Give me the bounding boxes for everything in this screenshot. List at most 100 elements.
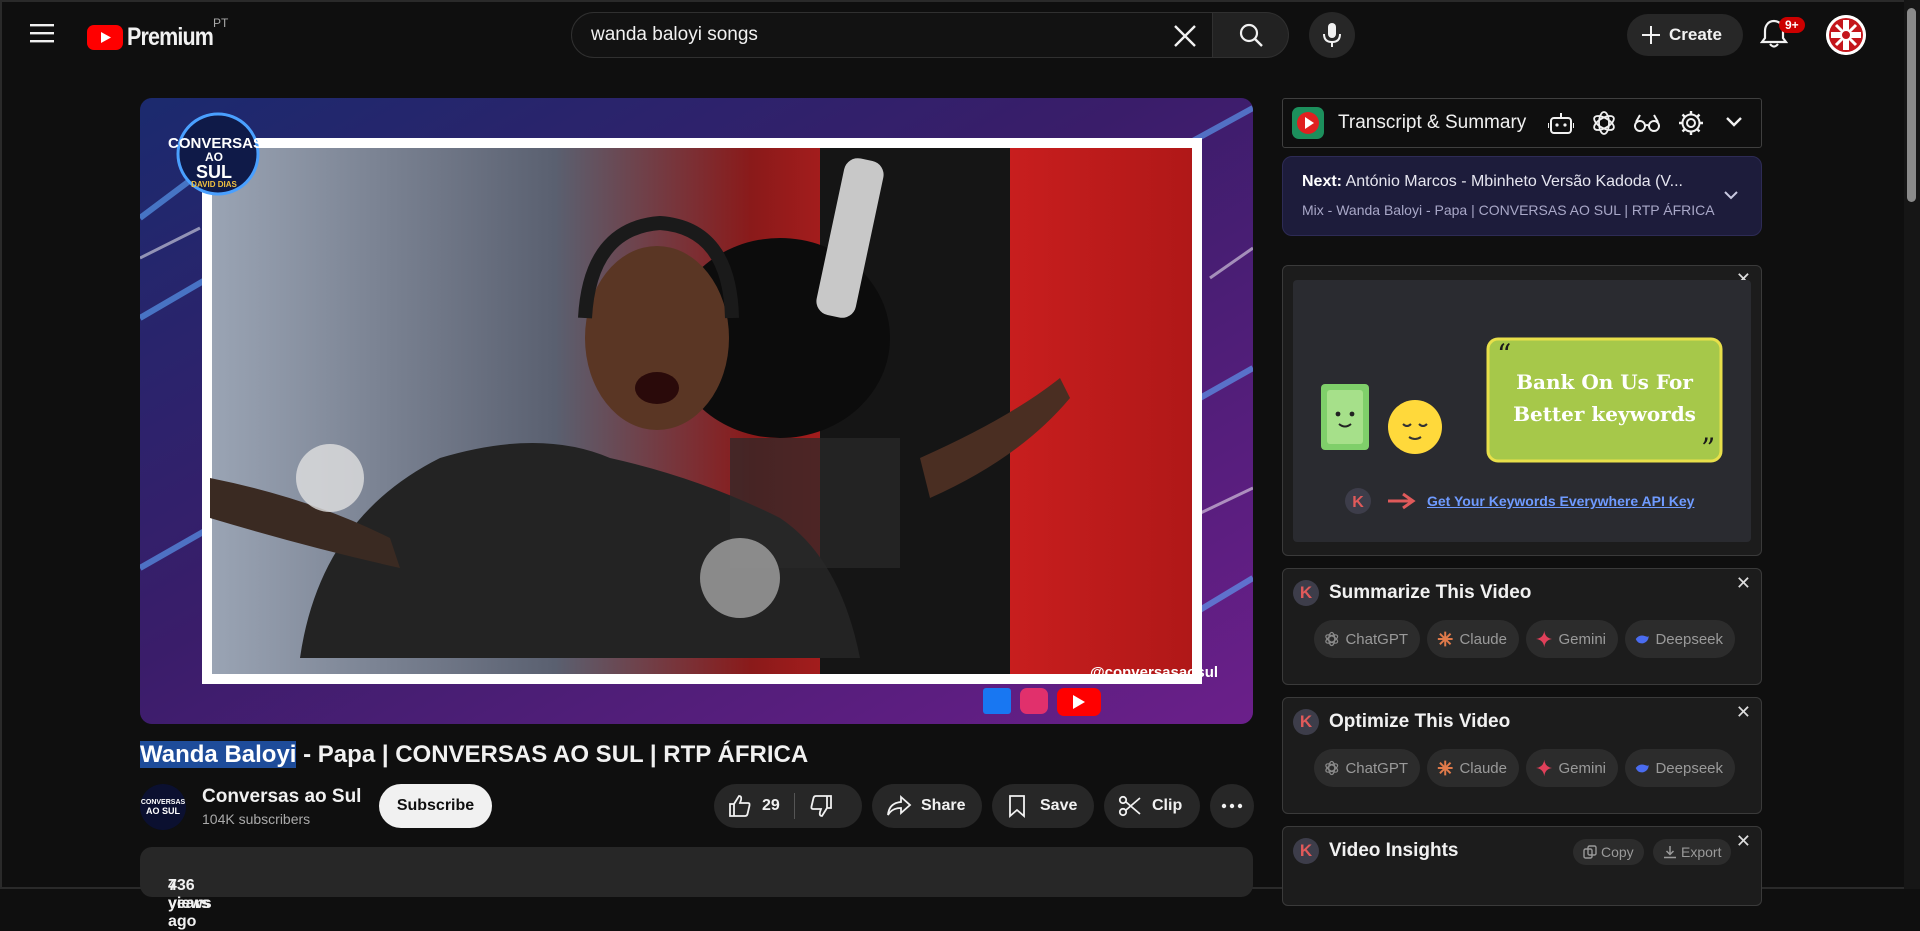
channel-watermark: CONVERSAS AO SUL DAVID DIAS	[168, 135, 264, 189]
video-frame-image	[140, 98, 1253, 724]
export-label: Export	[1681, 844, 1722, 860]
keywords-everywhere-logo-icon: K	[1293, 838, 1319, 864]
watermark-line4: DAVID DIAS	[191, 180, 237, 189]
create-label: Create	[1669, 25, 1722, 44]
summarize-chatgpt-button[interactable]: ChatGPT	[1314, 620, 1420, 658]
robot-icon[interactable]	[1548, 111, 1574, 135]
chevron-down-icon[interactable]	[1725, 116, 1743, 128]
share-button[interactable]: Share	[872, 784, 982, 828]
video-player[interactable]: CONVERSAS AO SUL DAVID DIAS @conversasao…	[140, 98, 1253, 724]
transcript-title: Transcript & Summary	[1338, 112, 1527, 133]
chatgpt-label: ChatGPT	[1345, 759, 1408, 777]
next-label: Next:	[1302, 173, 1343, 190]
watermark-line1: CONVERSAS	[168, 135, 264, 152]
optimize-chatgpt-button[interactable]: ChatGPT	[1314, 749, 1420, 787]
channel-avatar[interactable]: CONVERSAS AO SUL	[140, 784, 186, 830]
description-box[interactable]: 736 views 4 years ago	[140, 847, 1253, 930]
optimize-claude-button[interactable]: Claude	[1427, 749, 1519, 787]
export-insights-button[interactable]: Export	[1653, 839, 1732, 865]
summarize-gemini-button[interactable]: Gemini	[1526, 620, 1618, 658]
video-insights-panel: ✕ K Video Insights Copy Export	[1282, 826, 1762, 906]
dislike-button[interactable]	[809, 794, 833, 818]
clear-search-icon[interactable]	[1172, 23, 1198, 49]
transcript-summary-bar[interactable]: Transcript & Summary	[1282, 98, 1762, 148]
copy-label: Copy	[1601, 844, 1634, 860]
search-input[interactable]: wanda baloyi songs	[591, 24, 758, 46]
youtube-premium-logo[interactable]: Premium	[87, 23, 227, 52]
ad-headline-line1: Bank On Us For	[1516, 370, 1693, 394]
expand-next-chevron-icon[interactable]	[1723, 190, 1739, 200]
keywords-everywhere-logo-icon: K	[1293, 709, 1319, 735]
summarize-deepseek-button[interactable]: Deepseek	[1625, 620, 1735, 658]
like-divider	[793, 793, 795, 819]
close-insights-icon[interactable]: ✕	[1736, 831, 1751, 852]
summarize-video-panel: ✕ K Summarize This Video ChatGPT Claude …	[1282, 568, 1762, 685]
clip-button[interactable]: Clip	[1104, 784, 1200, 828]
thumbs-down-icon	[810, 795, 832, 817]
summarize-claude-button[interactable]: Claude	[1427, 620, 1519, 658]
next-mix-title: Mix - Wanda Baloyi - Papa | CONVERSAS AO…	[1302, 202, 1715, 218]
insights-title: Video Insights	[1329, 840, 1459, 861]
search-icon	[1239, 23, 1263, 47]
page-scrollbar[interactable]	[1904, 0, 1920, 889]
search-box[interactable]: wanda baloyi songs	[571, 12, 1213, 58]
gemini-label: Gemini	[1558, 759, 1606, 777]
copy-icon	[1583, 845, 1597, 859]
deepseek-icon	[1635, 635, 1649, 644]
svg-text:”: ”	[1701, 432, 1715, 465]
account-avatar[interactable]	[1826, 15, 1866, 55]
video-handle-overlay: @conversasaosul	[1090, 664, 1219, 681]
country-code: PT	[213, 16, 229, 30]
claude-label: Claude	[1459, 759, 1507, 777]
bookmark-icon	[1009, 795, 1025, 818]
next-video-line: Next: António Marcos - Mbinheto Versão K…	[1302, 173, 1683, 191]
menu-icon[interactable]	[30, 22, 60, 48]
create-button[interactable]: Create	[1627, 14, 1743, 56]
more-actions-button[interactable]	[1210, 784, 1254, 828]
optimize-video-panel: ✕ K Optimize This Video ChatGPT Claude G…	[1282, 697, 1762, 814]
copy-insights-button[interactable]: Copy	[1573, 839, 1644, 865]
up-next-card[interactable]: Next: António Marcos - Mbinheto Versão K…	[1282, 156, 1762, 236]
like-button[interactable]: 29	[714, 794, 780, 818]
like-count: 29	[762, 797, 780, 814]
plus-icon	[1642, 26, 1660, 44]
logo-text: Premium	[127, 23, 214, 51]
ad-banner[interactable]: “ ” K Bank On Us For Better keywords Get…	[1293, 280, 1751, 542]
scrollbar-thumb[interactable]	[1907, 8, 1916, 202]
claude-label: Claude	[1459, 630, 1507, 648]
channel-name[interactable]: Conversas ao Sul	[202, 786, 361, 808]
voice-search-button[interactable]	[1309, 12, 1355, 58]
notification-badge: 9+	[1779, 17, 1805, 33]
subscribe-button[interactable]: Subscribe	[379, 784, 492, 828]
glasses-icon[interactable]	[1633, 112, 1661, 134]
watermark-line3: SUL	[196, 162, 232, 182]
upload-age: 4 years ago	[168, 877, 210, 930]
keywords-everywhere-logo-icon: K	[1293, 580, 1319, 606]
video-title-rest: - Papa | CONVERSAS AO SUL | RTP ÁFRICA	[296, 741, 809, 768]
transcript-extension-icon	[1292, 107, 1324, 139]
ad-headline-line2: Better keywords	[1513, 402, 1696, 426]
optimize-gemini-button[interactable]: Gemini	[1526, 749, 1618, 787]
optimize-deepseek-button[interactable]: Deepseek	[1625, 749, 1735, 787]
save-button[interactable]: Save	[992, 784, 1094, 828]
chatgpt-icon[interactable]	[1591, 110, 1617, 136]
download-icon	[1664, 846, 1676, 859]
close-summarize-icon[interactable]: ✕	[1736, 573, 1751, 594]
video-title: Wanda Baloyi - Papa | CONVERSAS AO SUL |…	[140, 741, 808, 769]
gemini-icon	[1536, 630, 1553, 648]
share-icon	[887, 795, 912, 816]
thumbs-up-icon	[729, 795, 751, 817]
more-horizontal-icon	[1221, 803, 1243, 809]
chatgpt-icon	[1325, 631, 1339, 647]
ad-link[interactable]: Get Your Keywords Everywhere API Key	[1427, 493, 1694, 509]
microphone-icon	[1323, 23, 1341, 47]
chatgpt-icon	[1325, 760, 1339, 776]
close-optimize-icon[interactable]: ✕	[1736, 702, 1751, 723]
claude-icon	[1437, 631, 1453, 647]
settings-gear-icon[interactable]	[1678, 110, 1704, 136]
svg-text:K: K	[1352, 494, 1364, 511]
search-button[interactable]	[1213, 12, 1289, 58]
keywords-everywhere-ad: ✕ “ ” K Bank On Us For Better keywords G…	[1282, 265, 1762, 556]
views-and-date: 736 views 4 years ago	[154, 862, 212, 930]
share-label: Share	[921, 797, 966, 814]
